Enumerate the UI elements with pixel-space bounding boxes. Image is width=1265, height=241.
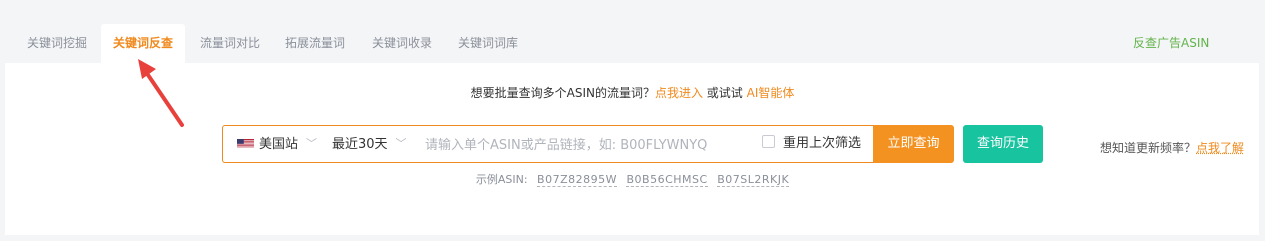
tab-keyword-mining[interactable]: 关键词挖掘	[26, 24, 88, 63]
example-label: 示例ASIN:	[475, 173, 528, 186]
tab-keyword-library[interactable]: 关键词词库	[457, 24, 519, 63]
tab-expand-traffic-words[interactable]: 拓展流量词	[284, 24, 346, 63]
us-flag-icon	[237, 139, 254, 148]
reverse-ad-asin-link[interactable]: 反查广告ASIN	[1133, 24, 1209, 63]
promo-text: 想要批量查询多个ASIN的流量词？	[470, 86, 655, 100]
reuse-filter-checkbox[interactable]	[762, 135, 775, 148]
period-label: 最近30天	[332, 137, 388, 152]
period-select[interactable]: 最近30天 ﹀	[332, 126, 407, 162]
site-select[interactable]: 美国站 ﹀	[237, 126, 317, 162]
example-asin-link[interactable]: B07SL2RKJK	[717, 173, 790, 187]
update-frequency-hint: 想知道更新频率？点我了解	[1100, 140, 1244, 156]
annotation-arrow-icon	[138, 59, 184, 127]
promo-middle-text: 或试试	[702, 86, 747, 100]
tab-bar: 关键词挖掘 关键词反查 流量词对比 拓展流量词 关键词收录 关键词词库 反查广告…	[0, 0, 1265, 63]
promo-enter-link[interactable]: 点我进入	[655, 86, 703, 100]
chevron-down-icon: ﹀	[395, 137, 407, 150]
reuse-filter-option[interactable]: 重用上次筛选	[762, 126, 861, 162]
tab-keyword-indexing[interactable]: 关键词收录	[371, 24, 433, 63]
search-button[interactable]: 立即查询	[873, 125, 954, 163]
freq-text: 想知道更新频率？	[1100, 141, 1197, 155]
freq-learn-link[interactable]: 点我了解	[1196, 141, 1244, 155]
asin-input[interactable]	[423, 132, 747, 158]
reuse-filter-label: 重用上次筛选	[783, 136, 862, 151]
example-asin-link[interactable]: B07Z82895W	[537, 173, 617, 187]
site-label: 美国站	[259, 137, 299, 152]
chevron-down-icon: ﹀	[306, 137, 318, 150]
tab-traffic-word-compare[interactable]: 流量词对比	[199, 24, 261, 63]
promo-ai-link[interactable]: AI智能体	[747, 86, 795, 100]
search-box: 美国站 ﹀ 最近30天 ﹀ 重用上次筛选	[222, 125, 873, 163]
query-history-button[interactable]: 查询历史	[963, 125, 1043, 163]
example-asin-link[interactable]: B0B56CHMSC	[626, 173, 708, 187]
example-asins: 示例ASIN: B07Z82895W B0B56CHMSC B07SL2RKJK	[0, 172, 1265, 188]
